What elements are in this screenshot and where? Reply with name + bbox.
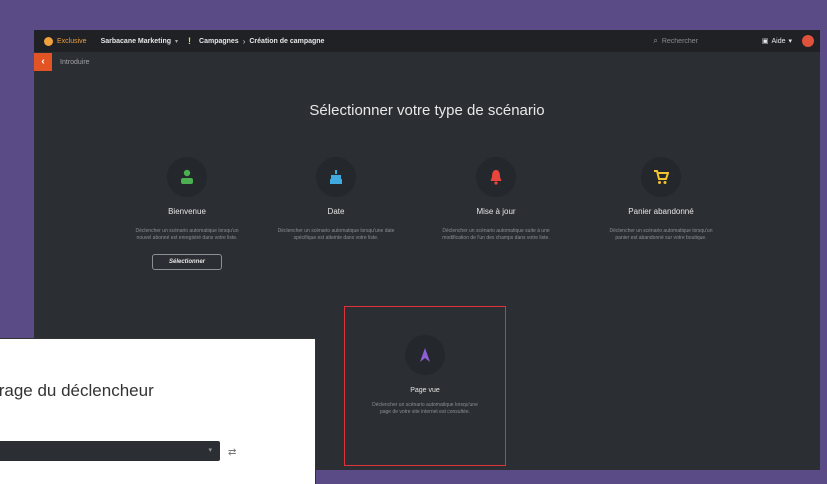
avatar[interactable] (802, 35, 814, 47)
top-bar: Exclusive Sarbacane Marketing ▾ ! Campag… (34, 30, 820, 52)
brand-label: Exclusive (57, 37, 87, 45)
search-input[interactable] (661, 35, 748, 47)
card-title: Mise à jour (476, 207, 516, 216)
icon-circle (641, 157, 681, 197)
card-description: Déclencher un scénario automatique lorsq… (135, 228, 239, 241)
breadcrumb-separator-icon: › (242, 36, 246, 46)
user-icon (181, 169, 193, 184)
chevron-down-icon: ▾ (788, 38, 792, 45)
search-icon[interactable]: ⌕ (653, 36, 657, 46)
scenario-card-update[interactable]: Mise à jour Déclencher un scénario autom… (426, 157, 566, 242)
help-label: Aide (771, 37, 786, 45)
card-description: Déclencher un scénario automatique suite… (442, 228, 550, 241)
trigger-select[interactable]: ▾ (0, 441, 220, 461)
card-title: Date (327, 207, 345, 216)
account-selector[interactable]: Sarbacane Marketing (101, 38, 171, 45)
card-title: Panier abandonné (628, 207, 694, 216)
icon-circle (316, 157, 356, 197)
swap-icon[interactable]: ⇄ (228, 447, 236, 458)
brand-logo-icon (44, 36, 53, 46)
trigger-settings-panel: trage du déclencheur t ▾ ⇄ (0, 338, 316, 484)
back-button[interactable]: ‹ (34, 53, 52, 71)
chevron-down-icon[interactable]: ▾ (175, 38, 178, 45)
card-description: Déclencher un scénario automatique lorsq… (277, 228, 395, 241)
card-description: Déclencher un scénario automatique lorsq… (609, 228, 713, 241)
panel-title: trage du déclencheur (0, 381, 154, 400)
scenario-card-page-view[interactable]: Page vue Déclencher un scénario automati… (344, 306, 506, 466)
icon-circle (167, 157, 207, 197)
breadcrumb-current: Création de campagne (249, 37, 325, 45)
scenario-card-welcome[interactable]: Bienvenue Déclencher un scénario automat… (117, 157, 257, 270)
alert-icon[interactable]: ! (188, 36, 191, 46)
card-title: Page vue (410, 387, 440, 394)
help-icon: ▣ (761, 38, 769, 45)
scenario-card-abandoned-cart[interactable]: Panier abandonné Déclencher un scénario … (591, 157, 731, 242)
breadcrumb-campaigns[interactable]: Campagnes (199, 38, 239, 45)
cart-icon (654, 170, 669, 184)
icon-circle (405, 335, 445, 375)
page-title: Sélectionner votre type de scénario (309, 102, 545, 119)
help-menu[interactable]: ▣ Aide ▾ (761, 37, 792, 46)
scenario-card-date[interactable]: Date Déclencher un scénario automatique … (266, 157, 406, 242)
arrow-up-icon (420, 348, 430, 362)
sub-bar: ‹ Introduire (34, 52, 90, 72)
chevron-down-icon: ▾ (208, 447, 212, 454)
card-title: Bienvenue (168, 207, 206, 216)
card-description: Déclencher un scénario automatique lorsq… (372, 402, 478, 415)
subbar-label: Introduire (60, 58, 90, 66)
cake-icon (330, 170, 342, 184)
bell-icon (490, 170, 502, 185)
select-button[interactable]: Sélectionner (151, 254, 222, 270)
icon-circle (476, 157, 516, 197)
